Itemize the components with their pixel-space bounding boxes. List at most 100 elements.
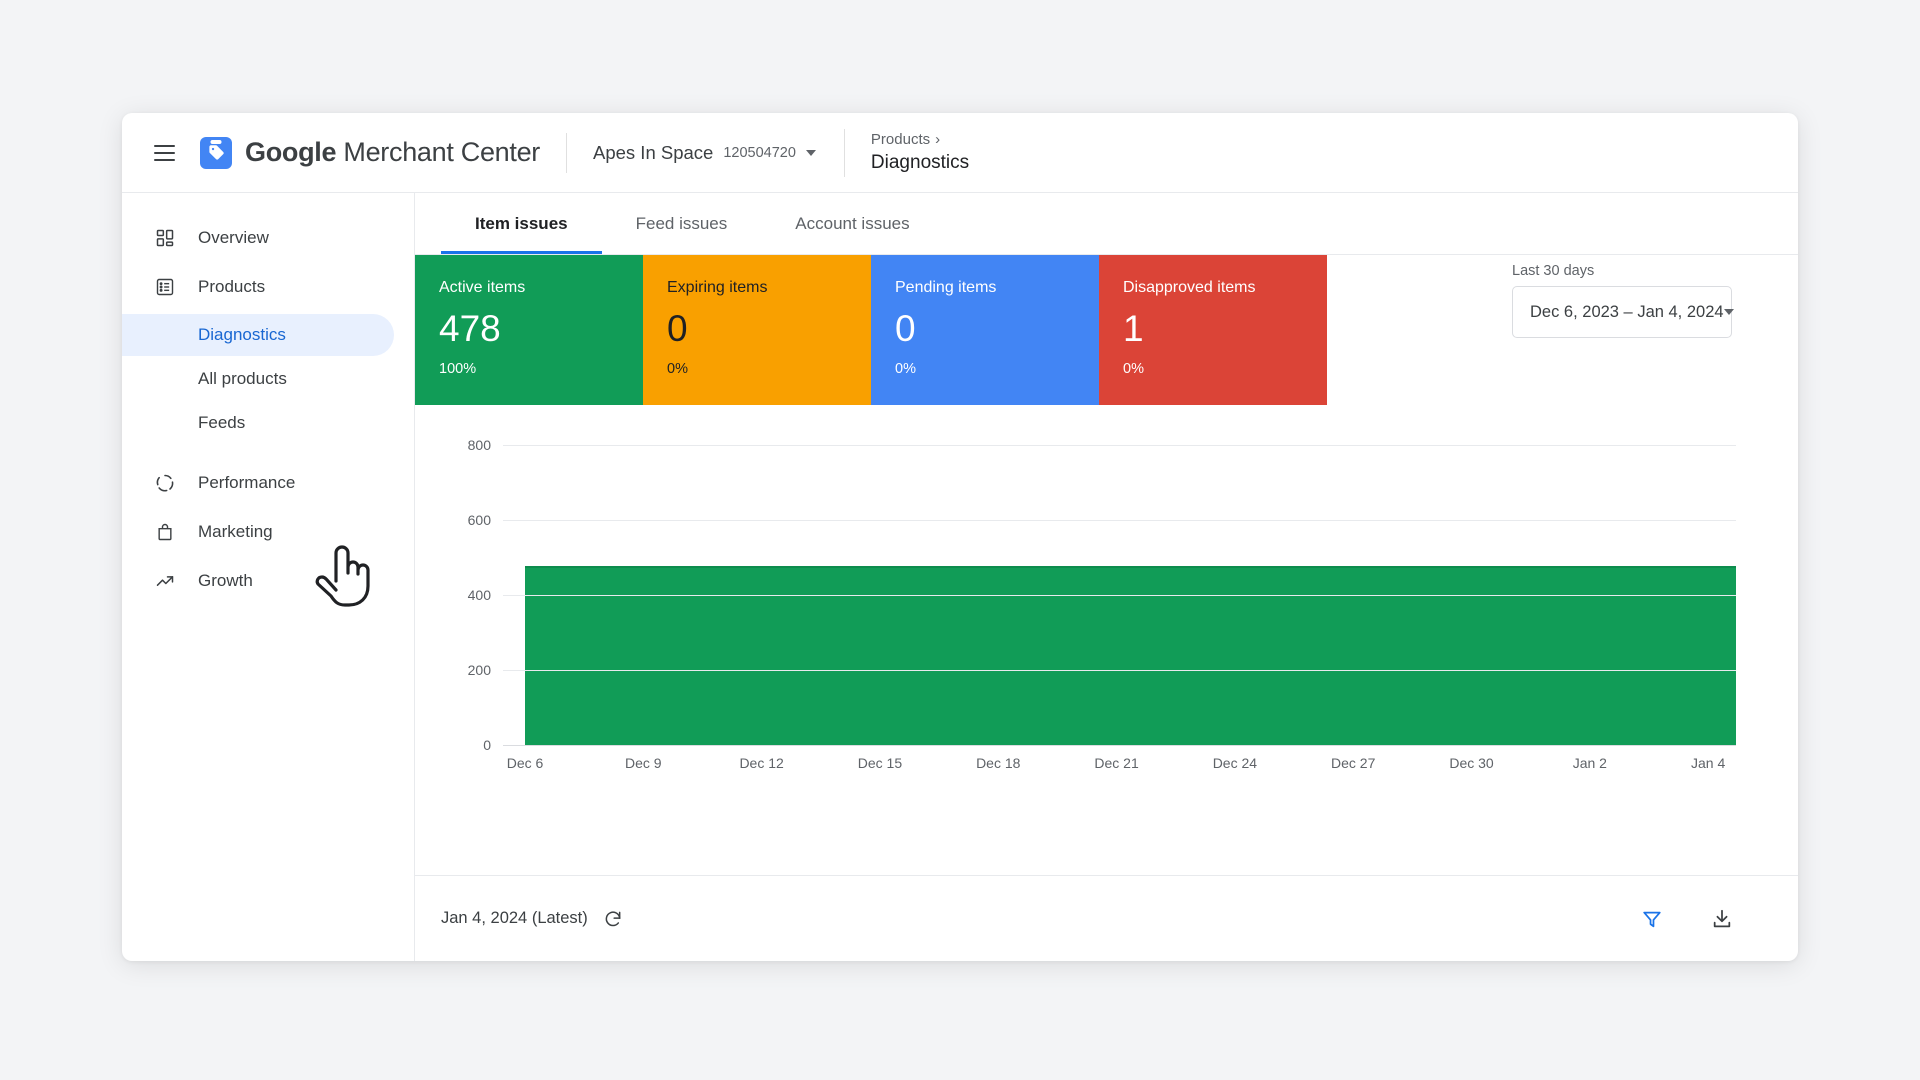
sidebar-item-label: Performance	[198, 473, 295, 493]
kpi-value: 0	[667, 310, 847, 347]
sidebar-item-products[interactable]: Products	[122, 265, 394, 309]
date-range-value: Dec 6, 2023 – Jan 4, 2024	[1530, 303, 1724, 322]
tab-feed-issues[interactable]: Feed issues	[602, 193, 762, 254]
chevron-down-icon	[1724, 309, 1734, 315]
chart-gridline	[503, 520, 1736, 521]
chart-x-tick-label: Dec 12	[739, 755, 783, 771]
sidebar-item-performance[interactable]: Performance	[122, 461, 394, 505]
date-range-control: Last 30 days Dec 6, 2023 – Jan 4, 2024	[1512, 255, 1732, 338]
brand-title-google: Google	[245, 137, 336, 167]
chart-area-series-active-items	[525, 566, 1736, 745]
filter-icon[interactable]	[1638, 905, 1666, 933]
chart-x-tick-label: Jan 2	[1573, 755, 1607, 771]
chart-container: 0200400600800 Dec 6Dec 9Dec 12Dec 15Dec …	[415, 405, 1798, 875]
kpi-card-active-items[interactable]: Active items 478 100%	[415, 255, 643, 405]
refresh-icon[interactable]	[603, 909, 623, 929]
date-range-label: Last 30 days	[1512, 263, 1732, 279]
chart-gridline	[503, 445, 1736, 446]
active-items-area-chart[interactable]: 0200400600800 Dec 6Dec 9Dec 12Dec 15Dec …	[441, 445, 1736, 785]
breadcrumb: Products › Diagnostics	[845, 131, 969, 174]
sidebar-subitem-label: Feeds	[198, 413, 245, 433]
download-icon[interactable]	[1708, 905, 1736, 933]
brand-title: Google Merchant Center	[245, 137, 540, 168]
tab-account-issues[interactable]: Account issues	[761, 193, 943, 254]
sidebar-subitem-label: Diagnostics	[198, 325, 286, 345]
merchant-center-window: Google Merchant Center Apes In Space 120…	[122, 113, 1798, 961]
issue-tabs: Item issues Feed issues Account issues	[415, 193, 1798, 255]
chart-gridline	[503, 670, 1736, 671]
brand-logo-group[interactable]: Google Merchant Center	[200, 137, 540, 169]
kpi-card-expiring-items[interactable]: Expiring items 0 0%	[643, 255, 871, 405]
sidebar-subitem-label: All products	[198, 369, 287, 389]
chart-x-tick-label: Dec 15	[858, 755, 902, 771]
kpi-value: 1	[1123, 310, 1303, 347]
kpi-percent: 0%	[1123, 361, 1303, 377]
kpi-label: Expiring items	[667, 279, 847, 297]
breadcrumb-parent-link[interactable]: Products ›	[871, 131, 969, 148]
page-title: Diagnostics	[871, 152, 969, 174]
sidebar-item-marketing[interactable]: Marketing	[122, 510, 394, 554]
trending-up-icon	[154, 570, 176, 592]
body-split: Overview Products Diagnostics All produc…	[122, 193, 1798, 961]
chart-x-axis: Dec 6Dec 9Dec 12Dec 15Dec 18Dec 21Dec 24…	[503, 749, 1736, 779]
account-name: Apes In Space	[593, 142, 713, 164]
kpi-label: Pending items	[895, 279, 1075, 297]
kpi-card-pending-items[interactable]: Pending items 0 0%	[871, 255, 1099, 405]
sidebar-item-diagnostics[interactable]: Diagnostics	[122, 314, 394, 356]
list-icon	[154, 276, 176, 298]
chart-x-tick-label: Dec 21	[1094, 755, 1138, 771]
sidebar-item-growth[interactable]: Growth	[122, 559, 394, 603]
content-scroll: Active items 478 100% Expiring items 0 0…	[415, 255, 1798, 875]
chart-x-tick-label: Jan 4	[1691, 755, 1725, 771]
sidebar-item-label: Growth	[198, 571, 253, 591]
kpi-label: Disapproved items	[1123, 279, 1303, 297]
chevron-down-icon	[806, 150, 816, 156]
merchant-center-tag-icon	[200, 137, 232, 169]
hamburger-menu-icon[interactable]	[144, 133, 184, 173]
date-range-select[interactable]: Dec 6, 2023 – Jan 4, 2024	[1512, 286, 1732, 338]
chart-gridline	[503, 595, 1736, 596]
chart-y-tick-label: 0	[483, 737, 491, 753]
chart-x-tick-label: Dec 18	[976, 755, 1020, 771]
sidebar-nav: Overview Products Diagnostics All produc…	[122, 193, 415, 961]
topbar-divider	[566, 133, 567, 173]
tab-label: Item issues	[475, 214, 568, 234]
sidebar-item-all-products[interactable]: All products	[122, 358, 394, 400]
content-area: Item issues Feed issues Account issues A…	[415, 193, 1798, 961]
brand-title-rest: Merchant Center	[336, 137, 540, 167]
kpi-card-disapproved-items[interactable]: Disapproved items 1 0%	[1099, 255, 1327, 405]
chevron-right-icon: ›	[935, 131, 940, 148]
sidebar-item-label: Overview	[198, 228, 269, 248]
kpi-percent: 100%	[439, 361, 619, 377]
shopping-bag-icon	[154, 521, 176, 543]
chart-baseline	[503, 745, 1736, 746]
kpi-value: 0	[895, 310, 1075, 347]
kpi-label: Active items	[439, 279, 619, 297]
account-id: 120504720	[723, 145, 796, 161]
tab-label: Account issues	[795, 214, 909, 234]
content-footer: Jan 4, 2024 (Latest)	[415, 875, 1798, 961]
chart-x-tick-label: Dec 30	[1449, 755, 1493, 771]
chart-x-tick-label: Dec 6	[507, 755, 544, 771]
chart-x-tick-label: Dec 27	[1331, 755, 1375, 771]
chart-y-tick-label: 600	[468, 512, 491, 528]
tab-item-issues[interactable]: Item issues	[441, 193, 602, 254]
kpi-cards: Active items 478 100% Expiring items 0 0…	[415, 255, 1327, 405]
chart-x-tick-label: Dec 9	[625, 755, 662, 771]
footer-timestamp-group: Jan 4, 2024 (Latest)	[441, 909, 623, 929]
kpi-percent: 0%	[895, 361, 1075, 377]
sidebar-item-feeds[interactable]: Feeds	[122, 402, 394, 444]
sidebar-item-label: Products	[198, 277, 265, 297]
breadcrumb-parent-label: Products	[871, 131, 930, 148]
performance-circle-icon	[154, 472, 176, 494]
chart-y-tick-label: 400	[468, 587, 491, 603]
kpi-value: 478	[439, 310, 619, 347]
chart-y-axis: 0200400600800	[441, 445, 501, 745]
sidebar-item-overview[interactable]: Overview	[122, 216, 394, 260]
chart-y-tick-label: 800	[468, 437, 491, 453]
footer-timestamp: Jan 4, 2024 (Latest)	[441, 909, 588, 928]
footer-actions	[1638, 905, 1736, 933]
account-selector[interactable]: Apes In Space 120504720	[593, 142, 816, 164]
tab-label: Feed issues	[636, 214, 728, 234]
top-app-bar: Google Merchant Center Apes In Space 120…	[122, 113, 1798, 193]
